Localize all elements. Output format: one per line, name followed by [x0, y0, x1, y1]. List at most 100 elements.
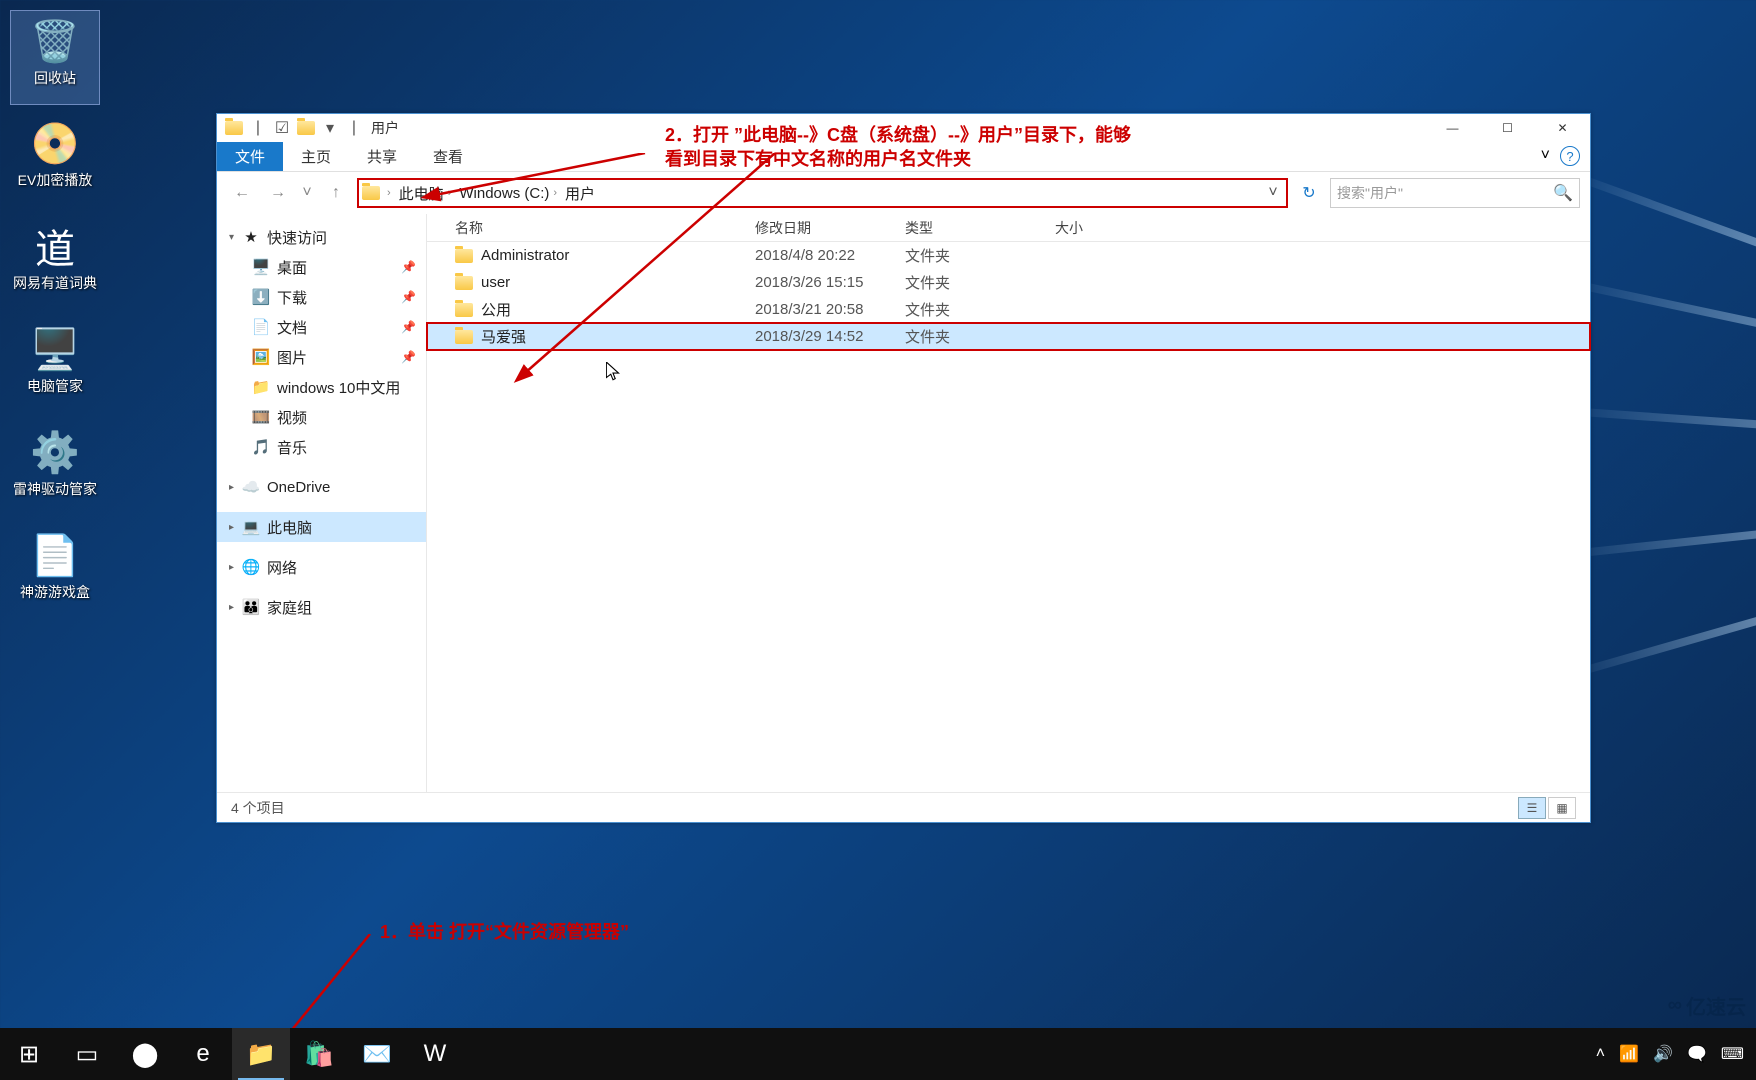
address-folder-icon [359, 186, 383, 200]
file-name: 公用 [481, 299, 511, 320]
pin-icon: 📌 [401, 290, 416, 304]
system-tray[interactable]: ˄ 📶 🔊 🗨️ ⌨ [1596, 1044, 1756, 1064]
ribbon-expand-icon[interactable]: ˅ [1541, 147, 1550, 165]
thunder-driver-icon: ⚙️ [27, 427, 83, 477]
col-type[interactable]: 类型 [897, 218, 1047, 238]
tray-icon[interactable]: ˄ [1596, 1045, 1605, 1063]
search-input[interactable] [1337, 185, 1553, 201]
sidebar-quick-item[interactable]: 🖥️桌面📌 [217, 252, 426, 282]
taskbar-taskview-button[interactable]: ▭ [58, 1028, 116, 1080]
computer-icon: 💻 [241, 518, 261, 536]
table-row[interactable]: user2018/3/26 15:15文件夹 [427, 269, 1590, 296]
desktop-icon-pc-manager[interactable]: 🖥️电脑管家 [10, 319, 100, 414]
sidebar-item-icon: ⬇️ [251, 288, 271, 306]
ribbon-tab-file[interactable]: 文件 [217, 142, 283, 171]
view-large-button[interactable]: ▦ [1548, 797, 1576, 819]
refresh-button[interactable]: ↻ [1294, 178, 1324, 208]
search-box[interactable]: 🔍 [1330, 178, 1580, 208]
view-details-button[interactable]: ☰ [1518, 797, 1546, 819]
close-button[interactable]: ✕ [1535, 114, 1590, 142]
ribbon-tab-view[interactable]: 查看 [415, 142, 481, 171]
search-icon[interactable]: 🔍 [1553, 183, 1573, 203]
window-title: 用户 [371, 118, 399, 138]
address-dropdown-icon[interactable]: ˅ [1260, 184, 1286, 202]
address-bar[interactable]: › 此电脑› Windows (C:)› 用户 ˅ [357, 178, 1288, 208]
nav-recent-button[interactable]: ˅ [299, 178, 315, 208]
sidebar-this-pc[interactable]: ▸ 💻 此电脑 [217, 512, 426, 542]
chevron-right-icon[interactable]: ▸ [229, 562, 241, 573]
desktop-icon-label: 神游游戏盒 [10, 584, 100, 600]
table-row[interactable]: 马爱强2018/3/29 14:52文件夹 [427, 323, 1590, 350]
chevron-right-icon[interactable]: ▸ [229, 602, 241, 613]
sidebar-item-icon: 🖼️ [251, 348, 271, 366]
titlebar[interactable]: | ☑ ▾ | 用户 — ☐ ✕ [217, 114, 1590, 142]
crumb-root[interactable]: › [383, 187, 395, 199]
tray-icon[interactable]: ⌨ [1721, 1044, 1744, 1064]
qat-checkbox-icon[interactable]: ☑ [273, 119, 291, 137]
crumb-thispc[interactable]: 此电脑› [395, 183, 456, 204]
nav-forward-button[interactable]: → [263, 178, 293, 208]
sidebar-quick-access[interactable]: ▾ ★ 快速访问 [217, 222, 426, 252]
minimize-button[interactable]: — [1425, 114, 1480, 142]
taskbar-word-button[interactable]: W [406, 1028, 464, 1080]
taskbar-edge-button[interactable]: e [174, 1028, 232, 1080]
taskbar-cortana-button[interactable]: ⬤ [116, 1028, 174, 1080]
ribbon-tab-share[interactable]: 共享 [349, 142, 415, 171]
col-size[interactable]: 大小 [1047, 218, 1147, 238]
col-date[interactable]: 修改日期 [747, 218, 897, 238]
crumb-c-drive[interactable]: Windows (C:)› [455, 185, 561, 202]
crumb-users[interactable]: 用户 [561, 183, 599, 204]
tray-icon[interactable]: 📶 [1619, 1044, 1639, 1064]
sidebar-item-label: windows 10中文用 [277, 377, 400, 398]
column-headers[interactable]: 名称 修改日期 类型 大小 [427, 214, 1590, 242]
sidebar-quick-item[interactable]: 🎞️视频 [217, 402, 426, 432]
sidebar-network[interactable]: ▸ 🌐 网络 [217, 552, 426, 582]
taskbar-explorer-button[interactable]: 📁 [232, 1028, 290, 1080]
desktop-icon-label: 电脑管家 [10, 378, 100, 394]
chevron-right-icon[interactable]: ▸ [229, 522, 241, 533]
desktop-icon-youdao[interactable]: 道网易有道词典 [10, 216, 100, 311]
taskbar-mail-button[interactable]: ✉️ [348, 1028, 406, 1080]
chevron-right-icon[interactable]: ▸ [229, 482, 241, 493]
sidebar-homegroup[interactable]: ▸ 👪 家庭组 [217, 592, 426, 622]
qat-folder-icon[interactable] [297, 119, 315, 137]
sidebar-onedrive[interactable]: ▸ ☁️ OneDrive [217, 472, 426, 502]
desktop-icon-thunder-driver[interactable]: ⚙️雷神驱动管家 [10, 422, 100, 517]
desktop-icon-recycle-bin[interactable]: 🗑️回收站 [10, 10, 100, 105]
desktop-icon-shenyou[interactable]: 📄神游游戏盒 [10, 525, 100, 620]
youdao-icon: 道 [27, 221, 83, 271]
file-name: user [481, 274, 510, 291]
file-date: 2018/3/26 15:15 [747, 274, 897, 291]
col-name[interactable]: 名称 [427, 218, 747, 238]
sidebar-quick-item[interactable]: ⬇️下载📌 [217, 282, 426, 312]
file-type: 文件夹 [897, 245, 1047, 266]
taskbar-start-button[interactable]: ⊞ [0, 1028, 58, 1080]
folder-icon [455, 276, 473, 290]
tray-icon[interactable]: 🗨️ [1687, 1044, 1707, 1064]
table-row[interactable]: Administrator2018/4/8 20:22文件夹 [427, 242, 1590, 269]
sidebar-item-label: 网络 [267, 557, 297, 578]
sidebar-quick-item[interactable]: 📁windows 10中文用 [217, 372, 426, 402]
maximize-button[interactable]: ☐ [1480, 114, 1535, 142]
tray-icon[interactable]: 🔊 [1653, 1044, 1673, 1064]
desktop-icon-label: 网易有道词典 [10, 275, 100, 291]
desktop-icon-label: 回收站 [11, 70, 99, 86]
sidebar-quick-item[interactable]: 🖼️图片📌 [217, 342, 426, 372]
sidebar-item-label: 家庭组 [267, 597, 312, 618]
sidebar-item-label: 文档 [277, 317, 307, 338]
qat-dropdown-icon[interactable]: ▾ [321, 119, 339, 137]
desktop-icon-ev-player[interactable]: 📀EV加密播放 [10, 113, 100, 208]
file-type: 文件夹 [897, 326, 1047, 347]
store-icon: 🛍️ [304, 1040, 334, 1069]
chevron-down-icon[interactable]: ▾ [229, 232, 241, 243]
nav-back-button[interactable]: ← [227, 178, 257, 208]
table-row[interactable]: 公用2018/3/21 20:58文件夹 [427, 296, 1590, 323]
sidebar-quick-item[interactable]: 🎵音乐 [217, 432, 426, 462]
sidebar-item-label: 图片 [277, 347, 307, 368]
sidebar-quick-item[interactable]: 📄文档📌 [217, 312, 426, 342]
help-icon[interactable]: ? [1560, 146, 1580, 166]
nav-up-button[interactable]: ↑ [321, 178, 351, 208]
taskbar-store-button[interactable]: 🛍️ [290, 1028, 348, 1080]
sidebar-item-label: 视频 [277, 407, 307, 428]
ribbon-tab-home[interactable]: 主页 [283, 142, 349, 171]
